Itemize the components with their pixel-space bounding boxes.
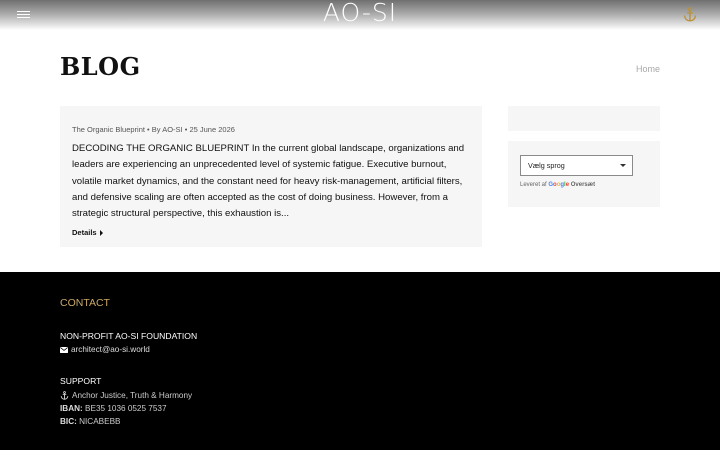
site-logo[interactable]: AO-SI [0,0,720,28]
anchor-icon [60,391,69,400]
details-label: Details [72,228,97,238]
powered-by-label: Leveret af [520,182,547,188]
site-header: AO-SI [0,0,720,30]
post-date: 25 June 2026 [189,125,235,134]
breadcrumb-home[interactable]: Home [636,64,660,74]
anchor-row: Anchor Justice, Truth & Harmony [60,391,192,400]
google-translate-link[interactable]: Oversæt [571,182,595,188]
contact-heading: CONTACT [60,297,110,309]
post-excerpt: DECODING THE ORGANIC BLUEPRINT In the cu… [72,143,465,220]
support-heading: SUPPORT [60,376,102,386]
bic-value: NICABEBB [79,417,121,426]
details-link[interactable]: Details [72,228,103,237]
meta-separator: • [184,125,188,134]
anchor-icon[interactable] [683,7,697,22]
sidebar-widget-empty [508,106,660,131]
bic-label: BIC: [60,417,77,426]
meta-separator: • [147,125,150,134]
caret-right-icon [99,229,103,236]
sidebar-widget-translate: Vælg sprog Leveret af Google Oversæt [508,141,660,207]
chevron-down-icon [620,164,626,167]
email-row: architect@ao-si.world [60,345,150,354]
bic-row: BIC: NICABEBB [60,417,121,426]
post-meta: The Organic Blueprint • By AO-SI • 25 Ju… [72,125,470,134]
iban-row: IBAN: BE35 1036 0525 7537 [60,404,167,413]
email-link[interactable]: architect@ao-si.world [71,345,150,354]
iban-label: IBAN: [60,404,83,413]
google-logo: Google [548,182,570,188]
blog-post-card: The Organic Blueprint • By AO-SI • 25 Ju… [60,106,482,247]
page-title: BLOG [60,52,141,81]
language-select-value: Vælg sprog [528,161,565,170]
anchor-text: Anchor Justice, Truth & Harmony [72,391,193,400]
foundation-name: NON-PROFIT AO-SI FOUNDATION [60,331,198,341]
post-category[interactable]: The Organic Blueprint [72,125,145,134]
powered-by-google: Leveret af Google Oversæt [520,182,595,188]
post-author[interactable]: By AO-SI [152,125,183,134]
site-footer: CONTACT NON-PROFIT AO-SI FOUNDATION arch… [0,272,720,450]
language-select[interactable]: Vælg sprog [520,155,633,176]
envelope-icon [60,346,68,353]
iban-value: BE35 1036 0525 7537 [85,404,167,413]
